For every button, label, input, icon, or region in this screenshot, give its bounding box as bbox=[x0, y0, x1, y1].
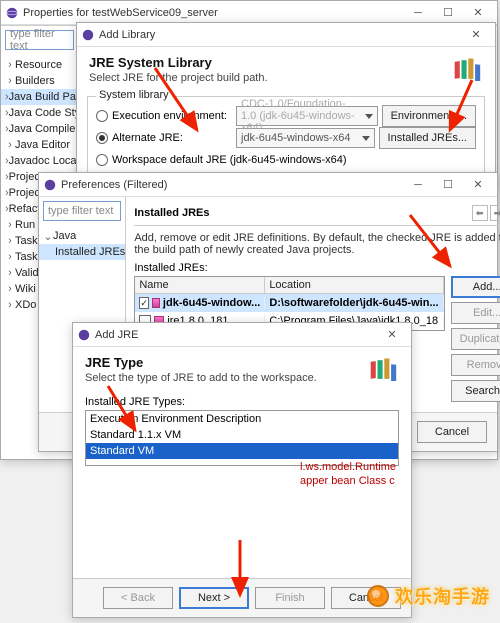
properties-filter-input[interactable]: type filter text bbox=[5, 30, 74, 50]
alternate-jre-label: Alternate JRE: bbox=[112, 132, 232, 144]
eclipse-icon bbox=[43, 178, 57, 192]
exec-env-combo[interactable]: CDC-1.0/Foundation-1.0 (jdk-6u45-windows… bbox=[236, 106, 378, 126]
list-item[interactable]: Standard VM bbox=[86, 443, 398, 459]
back-button[interactable]: < Back bbox=[103, 587, 173, 609]
minimize-button[interactable]: ─ bbox=[403, 2, 433, 24]
tree-java[interactable]: Java bbox=[53, 230, 76, 242]
watermark-icon bbox=[367, 585, 389, 607]
group-legend: System library bbox=[96, 89, 172, 101]
list-label: Installed JRE Types: bbox=[85, 396, 399, 408]
installed-jres-button[interactable]: Installed JREs... bbox=[379, 127, 476, 149]
preferences-title: Preferences (Filtered) bbox=[61, 179, 403, 191]
dialog-header: JRE System Library Select JRE for the pr… bbox=[77, 47, 495, 90]
add-jre-titlebar[interactable]: Add JRE ✕ bbox=[73, 323, 411, 347]
workspace-default-radio[interactable] bbox=[96, 154, 108, 166]
eclipse-icon bbox=[81, 28, 95, 42]
close-button[interactable]: ✕ bbox=[461, 24, 491, 46]
remove-button[interactable]: Remove bbox=[451, 354, 500, 376]
search-button[interactable]: Search... bbox=[451, 380, 500, 402]
list-item[interactable]: Standard 1.1.x VM bbox=[86, 427, 398, 443]
properties-title: Properties for testWebService09_server bbox=[23, 7, 403, 19]
watermark: 欢乐淘手游 bbox=[367, 583, 490, 609]
dialog-heading: JRE Type bbox=[85, 355, 399, 370]
tree-item[interactable]: ›Javadoc Location bbox=[1, 153, 78, 169]
minimize-button[interactable]: ─ bbox=[403, 174, 433, 196]
edit-button[interactable]: Edit... bbox=[451, 302, 500, 324]
console-output: l.ws.model.Runtime apper bean Class c bbox=[300, 460, 500, 489]
dialog-header: JRE Type Select the type of JRE to add t… bbox=[73, 347, 411, 390]
tree-item[interactable]: ›Builders bbox=[1, 73, 78, 89]
watermark-text: 欢乐淘手游 bbox=[395, 583, 490, 609]
add-button[interactable]: Add... bbox=[451, 276, 500, 298]
table-label: Installed JREs: bbox=[134, 262, 500, 274]
duplicate-button[interactable]: Duplicate... bbox=[451, 328, 500, 350]
maximize-button[interactable]: ☐ bbox=[433, 2, 463, 24]
system-library-group: System library Execution environment: CD… bbox=[87, 96, 485, 178]
jre-icon bbox=[152, 298, 160, 308]
section-description: Add, remove or edit JRE definitions. By … bbox=[134, 226, 500, 262]
nav-forward-button[interactable]: ➡ bbox=[490, 205, 500, 221]
tree-item[interactable]: ›Java Code Style bbox=[1, 105, 78, 121]
table-row[interactable]: jdk-6u45-window...D:\softwarefolder\jdk-… bbox=[135, 294, 443, 312]
books-icon bbox=[369, 353, 403, 384]
tree-item[interactable]: ›Java Build Path bbox=[1, 89, 78, 105]
add-library-title: Add Library bbox=[99, 29, 461, 41]
workspace-default-label: Workspace default JRE (jdk-6u45-windows-… bbox=[112, 154, 347, 166]
books-icon bbox=[453, 53, 487, 84]
alternate-jre-radio[interactable] bbox=[96, 132, 108, 144]
preferences-titlebar[interactable]: Preferences (Filtered) ─ ☐ ✕ bbox=[39, 173, 497, 197]
environments-button[interactable]: Environments... bbox=[382, 105, 476, 127]
nav-back-button[interactable]: ⬅ bbox=[472, 205, 488, 221]
eclipse-icon bbox=[77, 328, 91, 342]
exec-env-label: Execution environment: bbox=[112, 110, 232, 122]
list-item[interactable]: Execution Environment Description bbox=[86, 411, 398, 427]
cancel-button[interactable]: Cancel bbox=[417, 421, 487, 443]
col-location[interactable]: Location bbox=[265, 277, 443, 293]
tree-item[interactable]: ›Resource bbox=[1, 57, 78, 73]
alternate-jre-combo[interactable]: jdk-6u45-windows-x64 bbox=[236, 128, 375, 148]
dialog-heading: JRE System Library bbox=[89, 55, 483, 70]
close-button[interactable]: ✕ bbox=[463, 174, 493, 196]
section-title: Installed JREs bbox=[134, 207, 209, 219]
close-button[interactable]: ✕ bbox=[377, 324, 407, 346]
next-button[interactable]: Next > bbox=[179, 587, 249, 609]
eclipse-icon bbox=[5, 6, 19, 20]
add-library-titlebar[interactable]: Add Library ✕ bbox=[77, 23, 495, 47]
col-name[interactable]: Name bbox=[135, 277, 265, 293]
maximize-button[interactable]: ☐ bbox=[433, 174, 463, 196]
tree-installed-jres[interactable]: Installed JREs bbox=[55, 246, 125, 258]
prefs-filter-input[interactable]: type filter text bbox=[43, 201, 121, 221]
add-jre-title: Add JRE bbox=[95, 329, 377, 341]
finish-button[interactable]: Finish bbox=[255, 587, 325, 609]
dialog-subheading: Select the type of JRE to add to the wor… bbox=[85, 372, 399, 384]
close-button[interactable]: ✕ bbox=[463, 2, 493, 24]
add-library-dialog: Add Library ✕ JRE System Library Select … bbox=[76, 22, 496, 192]
exec-env-radio[interactable] bbox=[96, 110, 108, 122]
dialog-subheading: Select JRE for the project build path. bbox=[89, 72, 483, 84]
tree-item[interactable]: ›Java Editor bbox=[1, 137, 78, 153]
tree-item[interactable]: ›Java Compiler bbox=[1, 121, 78, 137]
jre-types-list[interactable]: Execution Environment DescriptionStandar… bbox=[85, 410, 399, 466]
checkbox[interactable] bbox=[139, 297, 149, 309]
